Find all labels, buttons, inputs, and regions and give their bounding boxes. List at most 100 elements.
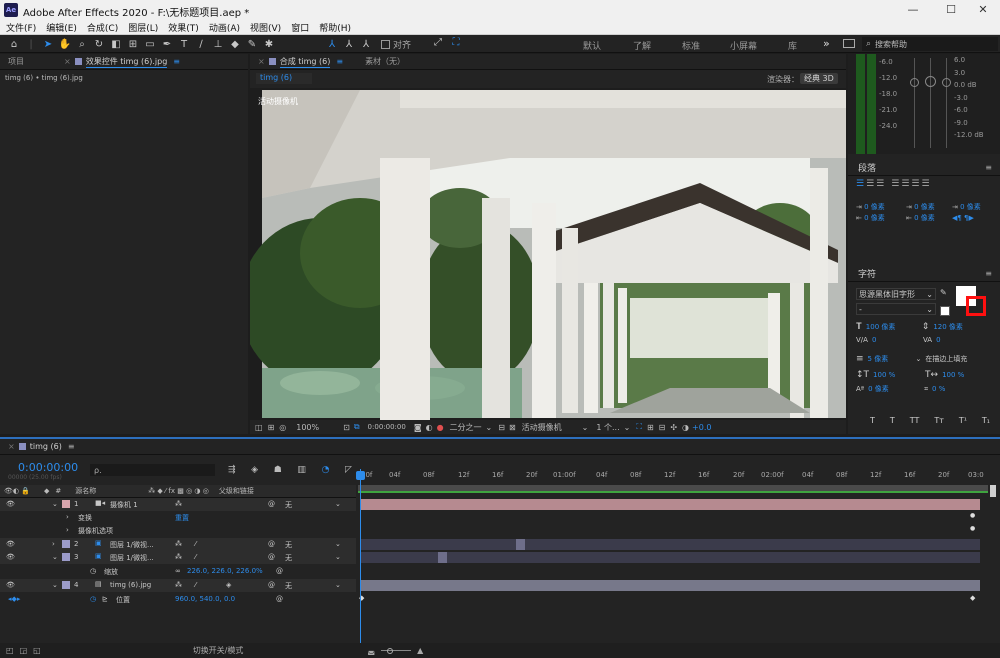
indent-right-value[interactable]: 0 像素	[864, 214, 885, 222]
timeline-tab[interactable]: timg (6)	[30, 442, 62, 451]
shy-switch-icon[interactable]: ⁂	[175, 500, 182, 508]
direction-icon[interactable]: ◀¶ ¶▶	[952, 213, 981, 224]
keyframe-icon[interactable]: ●	[970, 525, 975, 532]
leading-value[interactable]: 120 像素	[933, 322, 963, 332]
layer-bar-4[interactable]	[360, 580, 980, 591]
parent-dropdown[interactable]: 无	[285, 553, 292, 563]
show-snapshot-icon[interactable]: ◐	[426, 423, 433, 432]
snap-target-icon[interactable]: ⛶	[449, 37, 463, 48]
stopwatch-icon[interactable]: ◷	[90, 595, 96, 603]
search-help-field[interactable]: ⌕ 搜索帮助	[862, 37, 998, 51]
camera-chevron-icon[interactable]: ⌄	[582, 423, 589, 432]
roto-brush-tool-icon[interactable]: ✎	[245, 39, 259, 50]
faux-bold-button[interactable]: T	[870, 416, 875, 425]
scale-property-row[interactable]: ◷ 缩放 ∞ 226.0, 226.0, 226.0% @	[0, 565, 356, 578]
timeline-search-field[interactable]: ρ.	[90, 464, 215, 476]
visibility-icon[interactable]: 👁	[6, 553, 15, 561]
parent-dropdown[interactable]: 无	[285, 540, 292, 550]
justify-last-center-icon[interactable]: ☰	[901, 179, 911, 189]
zoom-dropdown[interactable]: 100%	[296, 423, 319, 432]
audio-slider-right-thumb[interactable]	[942, 78, 951, 87]
shy-switch-icon[interactable]: ⁂	[175, 581, 182, 589]
graph-icon[interactable]: ✣	[670, 423, 677, 432]
views-dropdown[interactable]: 1 个...	[596, 422, 619, 433]
layer-label-color[interactable]	[62, 540, 70, 548]
flowchart-icon[interactable]: ⛶	[636, 422, 642, 432]
region-icon[interactable]: ⊠	[509, 423, 516, 432]
zoom-tool-icon[interactable]: ⌕	[75, 39, 89, 50]
axis-local-icon[interactable]: ⅄	[325, 39, 339, 50]
timeline-icon[interactable]: ⊞	[647, 423, 654, 432]
parent-pickwhip-icon[interactable]: @	[268, 553, 275, 561]
draft-3d-icon[interactable]: ◈	[251, 465, 258, 475]
expression-pickwhip-icon[interactable]: @	[276, 595, 283, 603]
exposure-value[interactable]: +0.0	[692, 423, 711, 432]
tsume-value[interactable]: 0 %	[932, 385, 945, 393]
menu-effect[interactable]: 效果(T)	[168, 21, 199, 34]
position-value[interactable]: 960.0, 540.0, 0.0	[175, 595, 235, 603]
transform-reset-link[interactable]: 重置	[175, 513, 189, 523]
workspace-standard[interactable]: 标准	[682, 39, 700, 52]
layer-name[interactable]: 图层 1/微视...	[110, 540, 154, 550]
time-ruler[interactable]: 00f 04f 08f 12f 16f 20f 01:00f 04f 08f 1…	[358, 469, 994, 483]
maximize-button[interactable]: ☐	[934, 0, 968, 20]
toggle-switches-modes[interactable]: 切换开关/模式	[193, 645, 244, 656]
transform-row[interactable]: › 变换 重置	[0, 511, 356, 524]
tab-composition[interactable]: 合成 timg (6)	[279, 56, 331, 68]
layer-row[interactable]: 👁 ⌄ 1 ■◂ 摄像机 1 ⁂ @ 无 ⌄	[0, 498, 356, 511]
graph-icon[interactable]: ⊵	[102, 595, 108, 603]
parent-link-header[interactable]: 父级和链接	[219, 486, 254, 496]
timeline-close-icon[interactable]: ×	[8, 442, 15, 451]
current-time-field[interactable]: 0:00:00:00	[368, 423, 406, 431]
layer-label-color[interactable]	[62, 581, 70, 589]
justify-last-right-icon[interactable]: ☰	[911, 179, 921, 189]
zoom-slider-thumb[interactable]	[387, 647, 394, 654]
renderer-value[interactable]: 经典 3D	[800, 73, 838, 84]
menu-animation[interactable]: 动画(A)	[209, 21, 240, 34]
link-icon[interactable]: ∞	[175, 567, 181, 575]
visibility-icon[interactable]: 👁	[6, 540, 15, 548]
pan-behind-tool-icon[interactable]: ⊞	[126, 39, 140, 50]
expression-pickwhip-icon[interactable]: @	[276, 567, 283, 575]
parent-chevron-icon[interactable]: ⌄	[335, 581, 341, 589]
region-of-interest-icon[interactable]: ⊡	[343, 423, 350, 432]
zoom-out-icon[interactable]: ◛	[367, 646, 375, 655]
resolution-dropdown[interactable]: 二分之一	[450, 422, 482, 433]
rotate-tool-icon[interactable]: ↻	[92, 39, 106, 50]
expand-chevron-icon[interactable]: ›	[66, 526, 69, 534]
stroke-color-swatch[interactable]	[966, 296, 986, 316]
workspace-libraries[interactable]: 库	[788, 39, 797, 52]
home-icon[interactable]: ⌂	[7, 39, 21, 50]
expand-chevron-icon[interactable]: ⌄	[52, 581, 58, 589]
frame-blending-icon[interactable]: ▥	[297, 465, 306, 475]
camera-options-row[interactable]: › 摄像机选项	[0, 524, 356, 537]
menu-edit[interactable]: 编辑(E)	[46, 21, 77, 34]
layer-name[interactable]: 摄像机 1	[110, 500, 138, 510]
expand-panes-icon[interactable]: ◲	[20, 646, 28, 655]
tab-footage[interactable]: 素材（无）	[365, 56, 405, 67]
stopwatch-icon[interactable]: ◷	[90, 567, 96, 575]
rectangle-tool-icon[interactable]: ▭	[143, 39, 157, 50]
quality-switch-icon[interactable]: ⁄	[195, 540, 196, 548]
comp-flow-chip[interactable]: timg (6)	[256, 73, 312, 84]
comp-marker-icon[interactable]: ⇶	[228, 465, 236, 475]
visibility-icon[interactable]: 👁	[6, 500, 15, 508]
quality-switch-icon[interactable]: ⁄	[195, 581, 196, 589]
zoom-in-icon[interactable]: ▲	[417, 646, 423, 655]
comp-viewer[interactable]: 活动摄像机	[250, 88, 846, 420]
source-name-header[interactable]: 源名称	[75, 486, 96, 496]
font-size-value[interactable]: 100 像素	[866, 322, 922, 332]
comp-close-icon[interactable]: ×	[258, 57, 265, 66]
channel-icon[interactable]: ●	[437, 423, 444, 432]
reset-exposure-icon[interactable]: ◑	[682, 423, 689, 432]
parent-pickwhip-icon[interactable]: @	[268, 500, 275, 508]
kerning-value[interactable]: 0	[872, 336, 923, 344]
expand-chevron-icon[interactable]: ›	[66, 513, 69, 521]
menu-window[interactable]: 窗口	[291, 21, 309, 34]
superscript-button[interactable]: T¹	[959, 416, 967, 425]
space-before-value[interactable]: 0 像素	[914, 214, 935, 222]
space-after-value[interactable]: 0 像素	[960, 203, 981, 211]
tab-effects-controls[interactable]: 效果控件 timg (6).jpg	[85, 56, 168, 68]
snapshot-icon[interactable]: ◙	[414, 423, 422, 432]
motion-blur-icon[interactable]: ◔	[322, 465, 330, 475]
